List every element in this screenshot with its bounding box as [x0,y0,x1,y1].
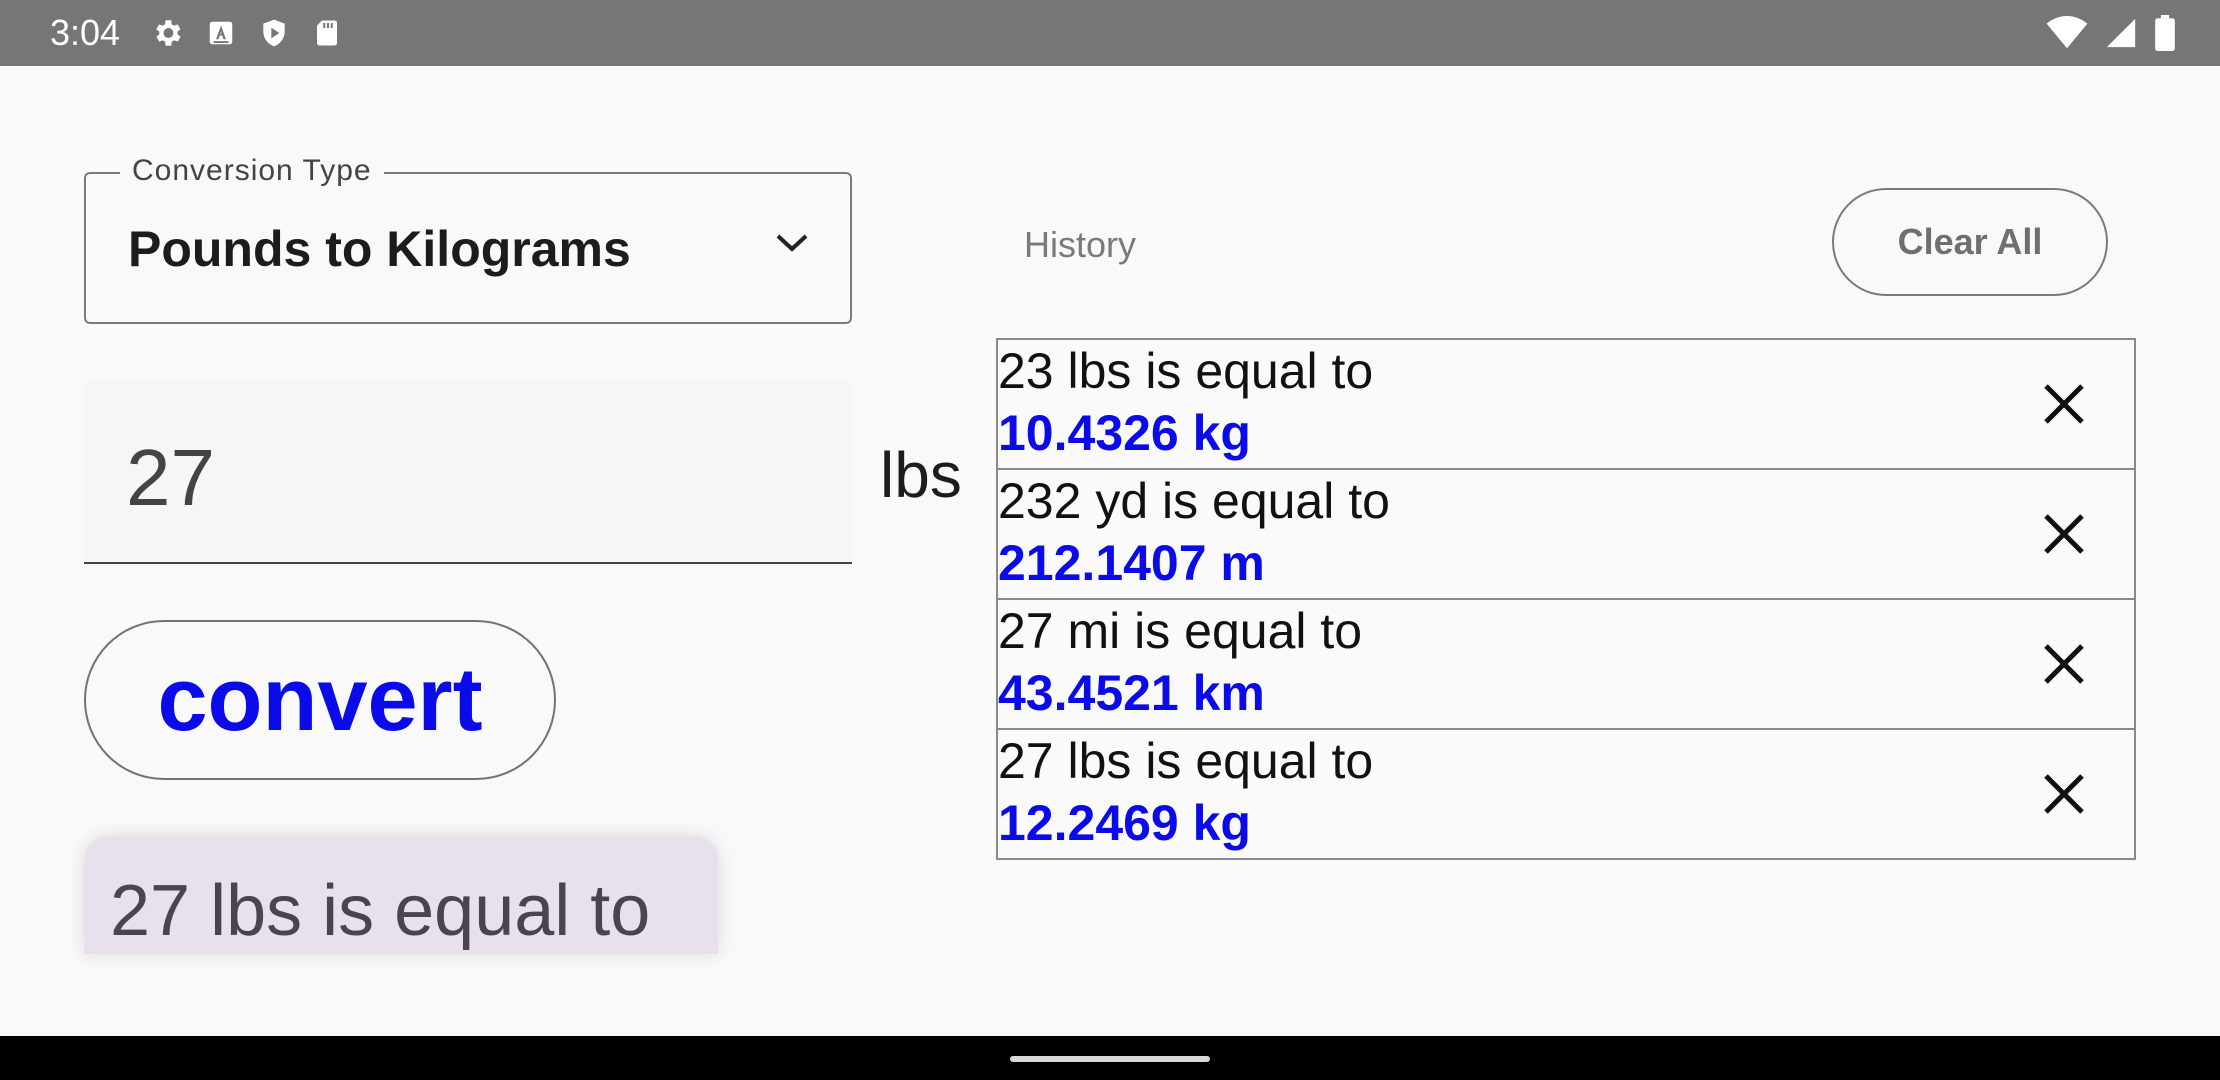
history-answer: 12.2469 kg [998,795,1251,851]
navigation-bar [0,1036,2220,1080]
history-item: 27 mi is equal to 43.4521 km [996,598,2136,730]
close-icon[interactable] [2036,506,2092,562]
status-left: 3:04 [50,0,342,66]
value-input-text[interactable]: 27 [126,432,215,524]
text-a-icon [206,18,236,48]
convert-button-label: convert [157,649,483,750]
sd-card-icon [312,17,342,49]
close-icon[interactable] [2036,766,2092,822]
history-question: 27 mi is equal to [998,603,1363,659]
cell-signal-icon [2104,16,2138,50]
value-input-field[interactable]: 27 [84,380,852,564]
history-title: History [1024,224,1137,265]
history-question: 27 lbs is equal to [998,733,1374,789]
status-time: 3:04 [50,12,121,53]
close-icon[interactable] [2036,376,2092,432]
shield-play-icon [258,16,290,50]
history-answer: 212.1407 m [998,535,1265,591]
history-question: 232 yd is equal to [998,473,1390,529]
status-bar: 3:04 [0,0,2220,66]
history-answer: 43.4521 km [998,665,1265,721]
close-icon[interactable] [2036,636,2092,692]
history-item: 27 lbs is equal to 12.2469 kg [996,728,2136,860]
wifi-icon [2046,16,2088,50]
status-right [2046,0,2176,66]
result-text: 27 lbs is equal to [110,871,651,951]
result-card: 27 lbs is equal to [84,836,718,954]
conversion-type-dropdown[interactable]: Conversion Type Pounds to Kilograms [84,154,852,324]
clear-all-button[interactable]: Clear All [1832,188,2108,296]
conversion-type-label: Conversion Type [120,154,384,188]
history-list: 23 lbs is equal to 10.4326 kg 232 yd is … [996,338,2136,860]
settings-icon [150,16,184,50]
clear-all-label: Clear All [1897,221,2043,262]
history-item: 23 lbs is equal to 10.4326 kg [996,338,2136,470]
history-question: 23 lbs is equal to [998,343,1374,399]
chevron-down-icon [774,230,810,259]
home-handle[interactable] [1010,1056,1210,1062]
history-answer: 10.4326 kg [998,405,1251,461]
history-item: 232 yd is equal to 212.1407 m [996,468,2136,600]
conversion-type-value: Pounds to Kilograms [128,221,631,277]
convert-button[interactable]: convert [84,620,556,780]
battery-icon [2154,15,2176,51]
unit-label: lbs [880,439,962,511]
